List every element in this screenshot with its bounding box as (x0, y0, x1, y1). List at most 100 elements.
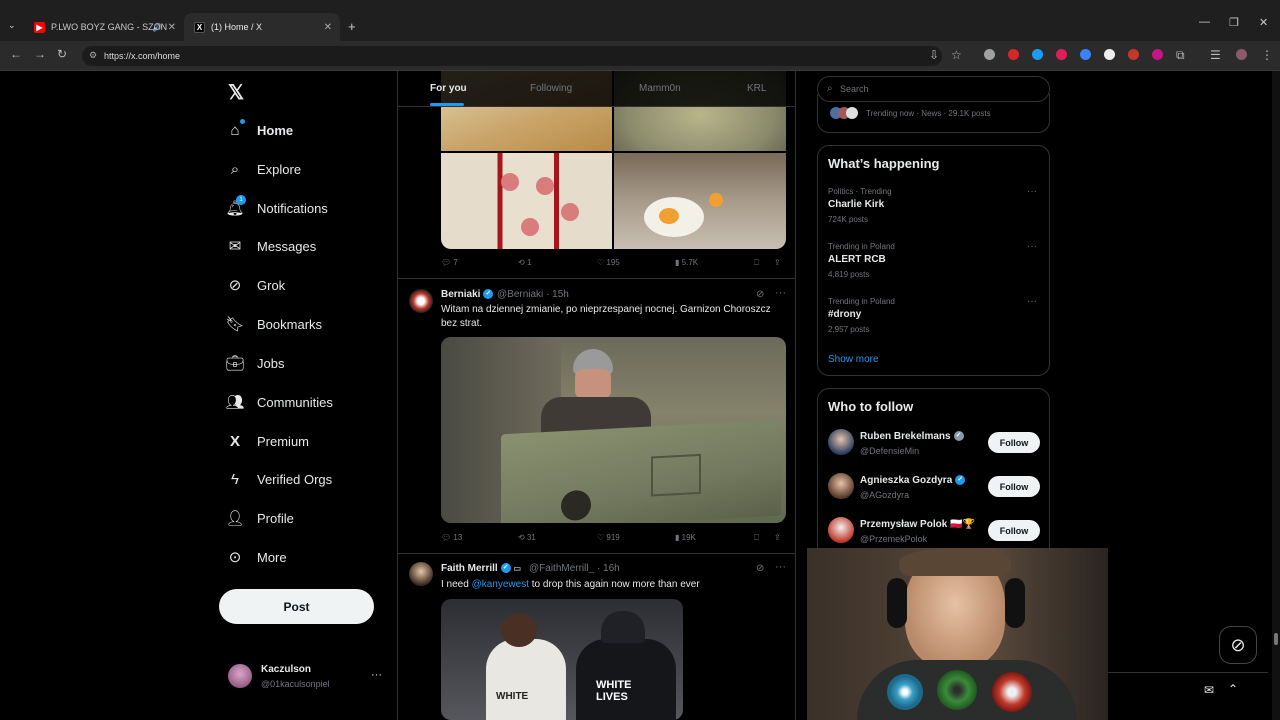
grok-icon[interactable]: ⊘ (756, 289, 764, 300)
extension-icon[interactable] (1008, 49, 1019, 60)
views-action[interactable]: ▮ 5.7K (675, 258, 698, 267)
tab-following[interactable]: Following (530, 83, 572, 94)
messages-drawer[interactable]: ✉ ⌃ (1108, 672, 1268, 708)
new-message-icon[interactable]: ✉ (1204, 683, 1214, 697)
repost-action[interactable]: ⟲ 1 (518, 258, 531, 267)
post-button[interactable]: Post (219, 589, 374, 624)
scrollbar[interactable] (1272, 71, 1280, 720)
browser-tab-youtube[interactable]: ▶ P.LWO BOYZ GANG - SZON 🔊 ✕ (24, 13, 184, 41)
x-logo[interactable]: 𝕏 (228, 80, 244, 105)
headphones-left (887, 578, 907, 628)
account-switcher[interactable]: Kaczulson @01kaculsonpiel ··· (228, 661, 388, 695)
nav-explore[interactable]: ⌕ Explore (226, 154, 301, 184)
tweet-author-name[interactable]: Berniaki ✓ (441, 289, 494, 300)
extensions-puzzle-icon[interactable]: ⧉ (1176, 48, 1185, 63)
mention-link[interactable]: @kanyewest (472, 579, 529, 590)
tab-search-icon[interactable]: ⌄ (8, 20, 16, 31)
extension-icon[interactable] (984, 49, 995, 60)
lightning-icon: ϟ (231, 470, 239, 488)
share-icon[interactable]: ⇪ (774, 258, 781, 267)
like-action[interactable]: ♡ 195 (597, 258, 620, 267)
close-window-icon[interactable]: ✕ (1259, 16, 1268, 29)
sandwich-photo[interactable] (441, 153, 612, 249)
more-icon[interactable]: ··· (1027, 241, 1037, 252)
more-icon[interactable]: ··· (1027, 186, 1037, 197)
bookmark-icon[interactable]: ⎕ (754, 258, 759, 268)
reading-list-icon[interactable]: ☰ (1210, 48, 1221, 62)
extension-icon[interactable] (1128, 49, 1139, 60)
site-info-icon[interactable]: ⚙ (89, 50, 97, 61)
trending-now-card[interactable]: Trending now · News · 29.1K posts (817, 94, 1050, 133)
webcam-overlay (807, 548, 1108, 720)
grok-icon[interactable]: ⊘ (756, 563, 764, 574)
more-icon[interactable]: ··· (775, 287, 786, 299)
nav-bookmarks[interactable]: 🔖︎ Bookmarks (225, 309, 322, 339)
account-more-icon[interactable]: ··· (371, 669, 382, 681)
extension-icon[interactable] (1152, 49, 1163, 60)
nav-messages[interactable]: ✉ Messages (226, 231, 317, 261)
tab-krl[interactable]: KRL (747, 83, 766, 94)
show-more-link[interactable]: Show more (828, 354, 879, 365)
speaker-icon: 🔊 (152, 22, 162, 32)
new-tab-button[interactable]: + (348, 19, 356, 34)
nav-more[interactable]: ⊙ More (226, 542, 287, 572)
avatar[interactable] (409, 562, 433, 586)
reply-action[interactable]: 💬︎ 7 (441, 258, 458, 267)
nav-premium[interactable]: X Premium (226, 426, 309, 456)
tab-mamm0n[interactable]: Mamm0n (639, 83, 681, 94)
tab-title: (1) Home / X (211, 22, 263, 32)
install-app-icon[interactable]: ⇩ (929, 48, 939, 62)
extension-icon[interactable] (1056, 49, 1067, 60)
avatar[interactable] (409, 289, 433, 313)
browser-menu-icon[interactable]: ⋮ (1261, 48, 1273, 62)
nav-profile[interactable]: 👤︎ Profile (225, 503, 293, 533)
more-icon[interactable]: ··· (1027, 296, 1037, 307)
scrollbar-thumb[interactable] (1274, 633, 1278, 645)
bookmark-icon[interactable]: ⎕ (754, 533, 759, 543)
minimize-icon[interactable]: — (1199, 16, 1210, 28)
nav-verified-orgs[interactable]: ϟ Verified Orgs (226, 464, 332, 494)
back-icon[interactable]: ← (10, 47, 22, 61)
chevron-up-icon[interactable]: ⌃ (1228, 682, 1238, 696)
restore-icon[interactable]: ❐ (1229, 16, 1239, 29)
follow-button[interactable]: Follow (988, 520, 1040, 541)
tweet-author-handle[interactable]: @Berniaki · 15h (497, 289, 569, 300)
handle: @FaithMerrill_ (529, 563, 595, 574)
nav-jobs[interactable]: 💼︎ Jobs (225, 348, 284, 378)
browser-tab-x[interactable]: X (1) Home / X ✕ (184, 13, 340, 41)
follow-button[interactable]: Follow (988, 476, 1040, 497)
bookmark-star-icon[interactable]: ☆ (951, 48, 962, 62)
reply-action[interactable]: 💬︎ 13 (441, 533, 462, 542)
nav-label: Explore (257, 161, 302, 177)
more-icon[interactable]: ··· (775, 561, 786, 573)
nav-label: Verified Orgs (257, 471, 333, 487)
address-bar[interactable]: ⚙ https://x.com/home (82, 46, 942, 66)
tweet-text: I need @kanyewest to drop this again now… (441, 578, 786, 592)
extension-icon[interactable] (1104, 49, 1115, 60)
nav-notifications[interactable]: 🔔︎ Notifications 1 (225, 193, 328, 223)
tweet-image[interactable]: WHITE LIVES WHITE (441, 599, 683, 720)
tab-for-you[interactable]: For you (430, 83, 467, 94)
extension-icon[interactable] (1080, 49, 1091, 60)
grok-floating-button[interactable]: ⊘ (1219, 626, 1257, 664)
tweet-video[interactable] (441, 337, 786, 523)
repost-action[interactable]: ⟲ 31 (518, 533, 536, 542)
author-name: Berniaki (441, 289, 481, 300)
follow-button[interactable]: Follow (988, 432, 1040, 453)
eggs-photo[interactable] (614, 153, 786, 249)
nav-home[interactable]: ⌂ Home (226, 115, 293, 145)
share-icon[interactable]: ⇪ (774, 533, 781, 542)
nav-grok[interactable]: ⊘ Grok (226, 270, 285, 300)
reload-icon[interactable]: ↻ (57, 47, 67, 61)
views-action[interactable]: ▮ 19K (675, 533, 696, 542)
forward-icon[interactable]: → (34, 47, 46, 61)
profile-avatar-icon[interactable] (1236, 49, 1247, 60)
trend-title: #drony (828, 309, 862, 320)
tweet-author-name[interactable]: Faith Merrill ✓ ▭ (441, 563, 521, 574)
close-tab-icon[interactable]: ✕ (324, 22, 332, 33)
nav-communities[interactable]: 👥︎ Communities (225, 387, 332, 417)
extension-icon[interactable] (1032, 49, 1043, 60)
like-action[interactable]: ♡ 919 (597, 533, 620, 542)
close-tab-icon[interactable]: ✕ (168, 22, 176, 33)
tweet-author-handle[interactable]: @FaithMerrill_ · 16h (529, 563, 620, 574)
